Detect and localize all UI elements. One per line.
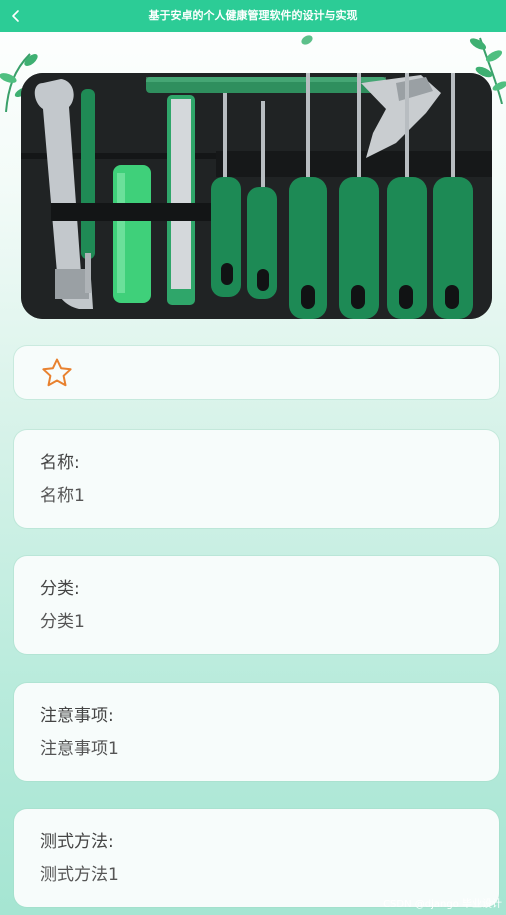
field-value: 分类1 [40,612,85,632]
field-card-category: 分类: 分类1 [14,556,499,654]
field-label: 测式方法: [40,832,114,852]
leaf-decoration-top-icon [301,35,313,45]
page-title: 基于安卓的个人健康管理软件的设计与实现 [148,9,358,22]
banner-image [21,73,492,319]
field-value: 名称1 [40,486,85,506]
favorite-card [14,346,499,399]
star-outline-icon [42,358,72,387]
tool-kit-photo-icon [21,73,492,319]
app-header: 基于安卓的个人健康管理软件的设计与实现 [0,0,506,32]
field-label: 分类: [40,579,80,599]
field-label: 名称: [40,453,80,473]
field-label: 注意事项: [40,706,114,726]
favorite-button[interactable] [41,357,73,389]
field-value: 注意事项1 [40,739,119,759]
field-value: 测式方法1 [40,865,119,885]
field-card-notes: 注意事项: 注意事项1 [14,683,499,781]
field-card-name: 名称: 名称1 [14,430,499,528]
watermark: CSDN @django 毕业设计 [383,899,502,910]
field-card-test-method: 测式方法: 测式方法1 [14,809,499,907]
